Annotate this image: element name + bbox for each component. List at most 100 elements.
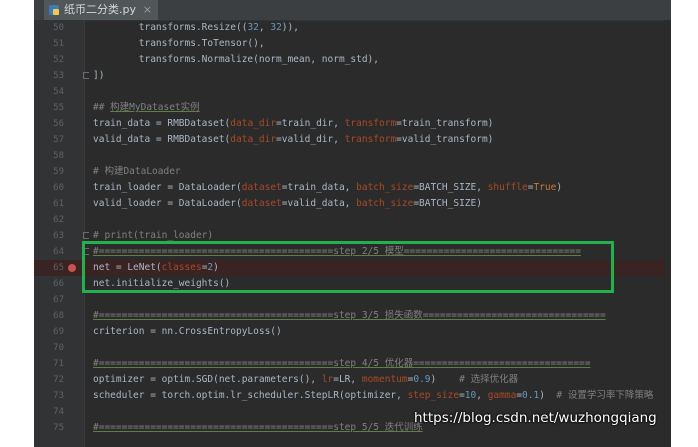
code-editor[interactable]: 纸币二分类.py × 50 transforms.Resize((32, 32)…: [34, 0, 671, 447]
code-token: =train_dir,: [276, 118, 345, 129]
code-line[interactable]: 58: [34, 148, 671, 164]
code-token: shuffle: [487, 182, 528, 193]
code-token: # 设置学习率下降策略: [556, 390, 654, 401]
line-number[interactable]: 67: [40, 292, 64, 308]
line-number[interactable]: 69: [40, 324, 64, 340]
code-token: =train_transform): [396, 118, 494, 129]
code-line[interactable]: 73 scheduler = torch.optim.lr_scheduler.S…: [34, 388, 671, 404]
code-token: momentum: [361, 374, 408, 385]
code-line[interactable]: 67: [34, 292, 671, 308]
code-area[interactable]: 50 transforms.Resize((32, 32)), 51 transf…: [34, 20, 671, 447]
line-number[interactable]: 66: [40, 276, 64, 292]
line-number[interactable]: 64: [40, 244, 64, 260]
fold-marker-icon[interactable]: [83, 72, 89, 79]
line-number[interactable]: 54: [40, 84, 64, 100]
code-token: valid_data = RMBDataset(: [93, 134, 231, 145]
close-tab-icon[interactable]: ×: [143, 0, 152, 20]
code-token: optimizer = optim.SGD(net.parameters(),: [93, 374, 322, 385]
code-token: =valid_data,: [281, 198, 357, 209]
line-number[interactable]: 56: [40, 116, 64, 132]
code-line[interactable]: 72 optimizer = optim.SGD(net.parameters()…: [34, 372, 671, 388]
code-line[interactable]: 55 ## 构建MyDataset实例: [34, 100, 671, 116]
line-number[interactable]: 62: [40, 212, 64, 228]
line-number[interactable]: 59: [40, 164, 64, 180]
code-token: 0.9: [413, 374, 431, 385]
code-token: ,: [258, 22, 271, 33]
code-text: transforms.Normalize(norm_mean, norm_std…: [93, 52, 379, 68]
code-token: =train_data,: [281, 182, 357, 193]
code-token: transforms.ToTensor(),: [93, 38, 265, 49]
code-token: lr: [321, 374, 334, 385]
line-number[interactable]: 71: [40, 356, 64, 372]
line-number[interactable]: 50: [40, 20, 64, 36]
code-token: train_loader = DataLoader(: [93, 182, 242, 193]
code-text: valid_loader = DataLoader(dataset=valid_…: [93, 196, 482, 212]
code-line[interactable]: 50 transforms.Resize((32, 32)),: [34, 20, 671, 36]
file-tab-label: 纸币二分类.py: [64, 3, 136, 16]
breakpoint-icon[interactable]: [68, 264, 76, 272]
line-number[interactable]: 74: [40, 404, 64, 420]
line-number[interactable]: 58: [40, 148, 64, 164]
fold-marker-icon[interactable]: [83, 232, 89, 239]
code-token: =BATCH_SIZE): [413, 198, 482, 209]
code-line[interactable]: 56 train_data = RMBDataset(data_dir=train…: [34, 116, 671, 132]
code-token: 0.1: [522, 390, 540, 401]
code-text: train_data = RMBDataset(data_dir=train_d…: [93, 116, 493, 132]
code-text: scheduler = torch.optim.lr_scheduler.Ste…: [93, 388, 653, 404]
code-line[interactable]: 70: [34, 340, 671, 356]
line-number[interactable]: 52: [40, 52, 64, 68]
code-token: step_size: [407, 390, 460, 401]
line-number[interactable]: 63: [40, 228, 64, 244]
left-margin: [0, 0, 34, 447]
code-line[interactable]: 59 # 构建DataLoader: [34, 164, 671, 180]
code-token: ): [430, 374, 460, 385]
screenshot-frame: 纸币二分类.py × 50 transforms.Resize((32, 32)…: [0, 0, 698, 447]
code-line[interactable]: 57 valid_data = RMBDataset(data_dir=valid…: [34, 132, 671, 148]
code-line[interactable]: 60 train_loader = DataLoader(dataset=trai…: [34, 180, 671, 196]
highlight-annotation-box: [82, 241, 614, 293]
code-token: 32: [270, 22, 282, 33]
code-line[interactable]: 68 #=====================================…: [34, 308, 671, 324]
code-text: # 构建DataLoader: [93, 164, 181, 180]
watermark-text: https://blog.csdn.net/wuzhongqiang: [414, 410, 657, 426]
code-line[interactable]: 52 transforms.Normalize(norm_mean, norm_…: [34, 52, 671, 68]
line-number[interactable]: 57: [40, 132, 64, 148]
line-number[interactable]: 51: [40, 36, 64, 52]
code-line[interactable]: 54: [34, 84, 671, 100]
code-line[interactable]: 69 criterion = nn.CrossEntropyLoss(): [34, 324, 671, 340]
line-number[interactable]: 70: [40, 340, 64, 356]
line-number[interactable]: 65: [40, 260, 64, 276]
line-number[interactable]: 61: [40, 196, 64, 212]
right-margin: [671, 0, 698, 447]
line-number[interactable]: 75: [40, 420, 64, 436]
line-number[interactable]: 72: [40, 372, 64, 388]
code-token: =BATCH_SIZE,: [413, 182, 488, 193]
editor-tab-bar: 纸币二分类.py ×: [34, 0, 671, 21]
code-token: gamma: [487, 390, 517, 401]
code-token: transforms.Resize((: [93, 22, 248, 33]
code-token: criterion = nn.CrossEntropyLoss(): [93, 326, 282, 337]
code-token: =valid_dir,: [276, 134, 345, 145]
code-line[interactable]: 51 transforms.ToTensor(),: [34, 36, 671, 52]
file-tab[interactable]: 纸币二分类.py ×: [44, 0, 158, 20]
code-line[interactable]: 62: [34, 212, 671, 228]
line-number[interactable]: 55: [40, 100, 64, 116]
line-number[interactable]: 68: [40, 308, 64, 324]
code-token: train_data = RMBDataset(: [93, 118, 231, 129]
code-token: True: [533, 182, 557, 193]
vertical-scrollbar[interactable]: [664, 20, 671, 447]
line-number[interactable]: 60: [40, 180, 64, 196]
code-line[interactable]: 53]): [34, 68, 671, 84]
code-text: criterion = nn.CrossEntropyLoss(): [93, 324, 282, 340]
line-number[interactable]: 53: [40, 68, 64, 84]
code-token: =valid_transform): [396, 134, 494, 145]
line-number[interactable]: 73: [40, 388, 64, 404]
code-token: # print(train_loader): [93, 230, 214, 241]
code-line[interactable]: 71 #=====================================…: [34, 356, 671, 372]
code-token: ,: [476, 390, 488, 401]
code-text: valid_data = RMBDataset(data_dir=valid_d…: [93, 132, 493, 148]
code-line[interactable]: 61 valid_loader = DataLoader(dataset=vali…: [34, 196, 671, 212]
code-text: train_loader = DataLoader(dataset=train_…: [93, 180, 562, 196]
code-text: #=======================================…: [93, 308, 606, 324]
python-file-icon: [49, 5, 59, 15]
